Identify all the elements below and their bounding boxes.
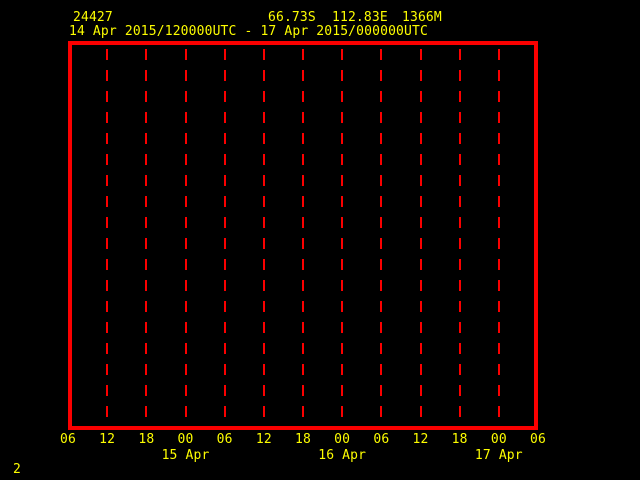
vertical-dashed-gridline (380, 45, 383, 426)
vertical-dashed-gridline (106, 45, 109, 426)
meteogram-screen: 24427 66.73S 112.83E 1366M 14 Apr 2015/1… (0, 0, 640, 480)
vertical-dashed-gridline (341, 45, 344, 426)
time-range-label: 14 Apr 2015/120000UTC - 17 Apr 2015/0000… (69, 24, 428, 39)
station-id: 24427 (73, 10, 113, 25)
x-tick-label: 00 (334, 432, 351, 447)
station-elevation: 1366M (402, 10, 442, 25)
x-date-label: 15 Apr (161, 448, 210, 463)
x-tick-label: 18 (295, 432, 311, 447)
x-date-label: 16 Apr (318, 448, 367, 463)
x-tick-label: 06 (216, 432, 233, 447)
x-tick-label: 12 (412, 432, 429, 447)
x-date-label: 17 Apr (474, 448, 523, 463)
x-tick-label: 18 (138, 432, 155, 447)
x-tick-label: 00 (490, 432, 507, 447)
station-longitude: 112.83E (332, 10, 388, 25)
vertical-dashed-gridline (184, 45, 187, 426)
x-tick-label: 12 (255, 432, 272, 447)
vertical-dashed-gridline (145, 45, 148, 426)
vertical-dashed-gridline (302, 45, 304, 426)
gridline-layer (68, 45, 538, 426)
x-tick-label: 06 (373, 432, 390, 447)
x-tick-label: 06 (530, 432, 546, 447)
station-latitude: 66.73S (268, 10, 316, 25)
x-tick-label: 12 (99, 432, 116, 447)
x-tick-label: 06 (60, 432, 76, 447)
vertical-dashed-gridline (419, 45, 422, 426)
vertical-dashed-gridline (458, 45, 461, 426)
x-tick-label: 00 (177, 432, 194, 447)
vertical-dashed-gridline (223, 45, 226, 426)
page-number: 2 (13, 462, 21, 477)
vertical-dashed-gridline (262, 45, 265, 426)
vertical-dashed-gridline (497, 45, 500, 426)
x-tick-label: 18 (451, 432, 468, 447)
